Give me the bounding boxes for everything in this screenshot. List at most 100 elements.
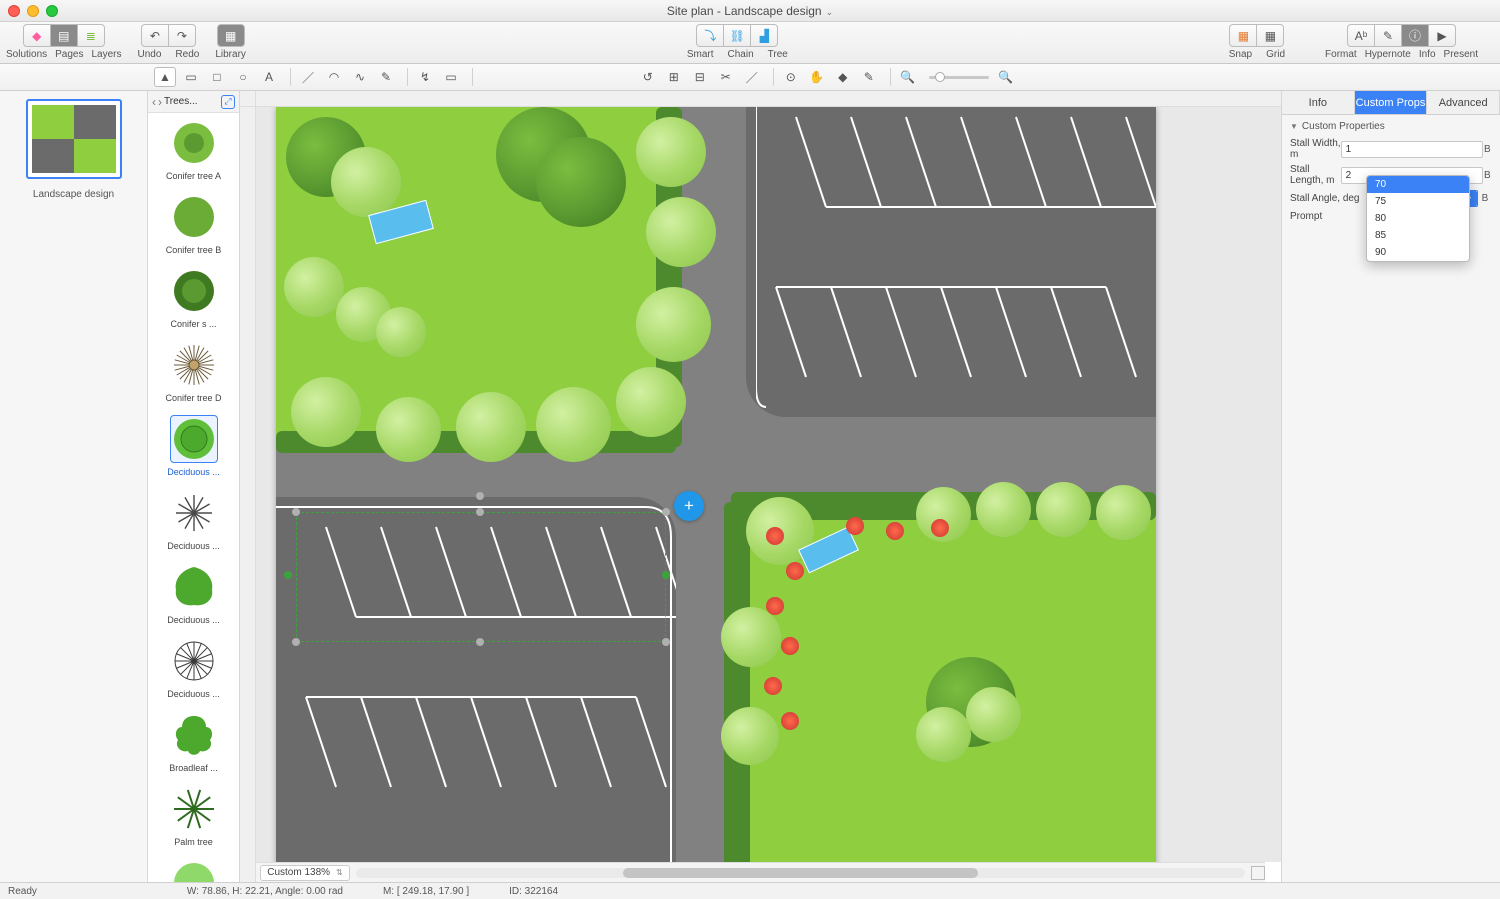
flower-shape[interactable] [781, 712, 799, 730]
tab-advanced[interactable]: Advanced [1427, 91, 1500, 114]
selection-handle[interactable] [284, 571, 292, 579]
library-item[interactable]: Deciduous ... [148, 557, 239, 631]
layers-button[interactable]: ≣ [77, 24, 105, 47]
zoom-out-button[interactable]: 🔍 [897, 67, 919, 87]
library-item[interactable]: Deciduous ... [148, 483, 239, 557]
library-forward-button[interactable]: › [158, 95, 162, 109]
flip-tool[interactable]: ✂ [715, 67, 737, 87]
tree-shape[interactable] [721, 607, 781, 667]
group-tool[interactable]: ⊞ [663, 67, 685, 87]
connector-tool[interactable]: ↯ [414, 67, 436, 87]
tree-shape[interactable] [1036, 482, 1091, 537]
zoom-slider[interactable] [929, 76, 989, 79]
section-header[interactable]: ▼Custom Properties [1290, 121, 1492, 132]
tree-shape[interactable] [291, 377, 361, 447]
solutions-button[interactable]: ◆ [23, 24, 51, 47]
canvas-viewport[interactable]: + [256, 107, 1281, 862]
selection-rectangle[interactable] [296, 512, 666, 642]
flower-shape[interactable] [764, 677, 782, 695]
fit-view-button[interactable] [1251, 866, 1265, 880]
tab-info[interactable]: Info [1282, 91, 1355, 114]
library-item[interactable]: Conifer tree D [148, 335, 239, 409]
library-item[interactable]: Deciduous ... [148, 631, 239, 705]
library-expand-button[interactable]: ⤢ [221, 95, 235, 109]
tree-shape[interactable] [966, 687, 1021, 742]
tree-shape[interactable] [636, 117, 706, 187]
selection-handle[interactable] [292, 508, 300, 516]
spline-tool[interactable]: ∿ [349, 67, 371, 87]
pencil-tool[interactable]: ✎ [375, 67, 397, 87]
arc-tool[interactable]: ◠ [323, 67, 345, 87]
library-item[interactable]: Conifer s ... [148, 261, 239, 335]
dropdown-option[interactable]: 80 [1367, 210, 1469, 227]
tree-shape[interactable] [721, 707, 779, 765]
zoom-in-button[interactable]: 🔍 [995, 67, 1017, 87]
hedge[interactable] [724, 502, 750, 862]
tree-connector-button[interactable]: ▟ [750, 24, 778, 47]
format-button[interactable]: Aᵇ [1347, 24, 1375, 47]
tree-shape[interactable] [284, 257, 344, 317]
stamp-tool[interactable]: ▭ [440, 67, 462, 87]
dropdown-option[interactable]: 85 [1367, 227, 1469, 244]
flower-shape[interactable] [886, 522, 904, 540]
square-tool[interactable]: □ [206, 67, 228, 87]
selection-handle[interactable] [476, 508, 484, 516]
undo-button[interactable]: ↶ [141, 24, 169, 47]
selection-handle[interactable] [292, 638, 300, 646]
flower-shape[interactable] [846, 517, 864, 535]
flower-shape[interactable] [766, 527, 784, 545]
tree-shape[interactable] [976, 482, 1031, 537]
snap-button[interactable]: ▦ [1229, 24, 1257, 47]
library-crumb[interactable]: Trees... [164, 96, 221, 107]
library-item[interactable]: Conifer tree A [148, 113, 239, 187]
ruler-vertical[interactable] [240, 107, 256, 882]
pointer-tool[interactable]: ▲ [154, 67, 176, 87]
dropdown-option[interactable]: 75 [1367, 193, 1469, 210]
tree-shape[interactable] [916, 707, 971, 762]
redo-button[interactable]: ↷ [168, 24, 196, 47]
stall-angle-dropdown[interactable]: 7075808590 [1366, 175, 1470, 262]
flower-shape[interactable] [766, 597, 784, 615]
tree-shape[interactable] [636, 287, 711, 362]
diagonal-tool[interactable]: ／ [741, 67, 763, 87]
page-thumbnail[interactable] [26, 99, 122, 179]
pages-button[interactable]: ▤ [50, 24, 78, 47]
library-item[interactable]: Palm tree [148, 779, 239, 853]
tree-shape[interactable] [456, 392, 526, 462]
tab-custom-props[interactable]: Custom Props [1355, 91, 1428, 114]
flower-shape[interactable] [781, 637, 799, 655]
library-item[interactable]: Deciduous ... [148, 409, 239, 483]
tree-shape[interactable] [616, 367, 686, 437]
selection-handle[interactable] [476, 638, 484, 646]
library-item[interactable]: Conifer tree B [148, 187, 239, 261]
line-tool[interactable]: ／ [297, 67, 319, 87]
present-button[interactable]: ▶ [1428, 24, 1456, 47]
ellipse-tool[interactable]: ○ [232, 67, 254, 87]
tree-shape[interactable] [1096, 485, 1151, 540]
library-item-list[interactable]: Conifer tree AConifer tree BConifer s ..… [148, 113, 239, 882]
title-dropdown-icon[interactable]: ⌄ [826, 7, 834, 17]
dropdown-option[interactable]: 90 [1367, 244, 1469, 261]
flower-shape[interactable] [786, 562, 804, 580]
library-button[interactable]: ▦ [217, 24, 245, 47]
lock-tool[interactable]: ⊙ [780, 67, 802, 87]
selection-handle[interactable] [662, 638, 670, 646]
smart-connector-button[interactable]: ⤵ [696, 24, 724, 47]
zoom-slider-knob[interactable] [935, 72, 945, 82]
library-item[interactable]: Broadleaf ... [148, 705, 239, 779]
chain-connector-button[interactable]: ⛓ [723, 24, 751, 47]
hypernote-button[interactable]: ✎ [1374, 24, 1402, 47]
tree-shape[interactable] [331, 147, 401, 217]
ungroup-tool[interactable]: ⊟ [689, 67, 711, 87]
tree-shape[interactable] [376, 307, 426, 357]
canvas[interactable]: + [240, 91, 1282, 882]
tree-shape[interactable] [536, 387, 611, 462]
drawing-page[interactable]: + [276, 107, 1156, 862]
dropdown-option[interactable]: 70 [1367, 176, 1469, 193]
library-item[interactable]: Conifer s ... [148, 853, 239, 882]
scrollbar-thumb[interactable] [623, 868, 979, 878]
zoom-combobox[interactable]: Custom 138%⇅ [260, 865, 350, 881]
library-back-button[interactable]: ‹ [152, 95, 156, 109]
selection-handle[interactable] [662, 508, 670, 516]
ruler-horizontal[interactable] [256, 91, 1281, 107]
